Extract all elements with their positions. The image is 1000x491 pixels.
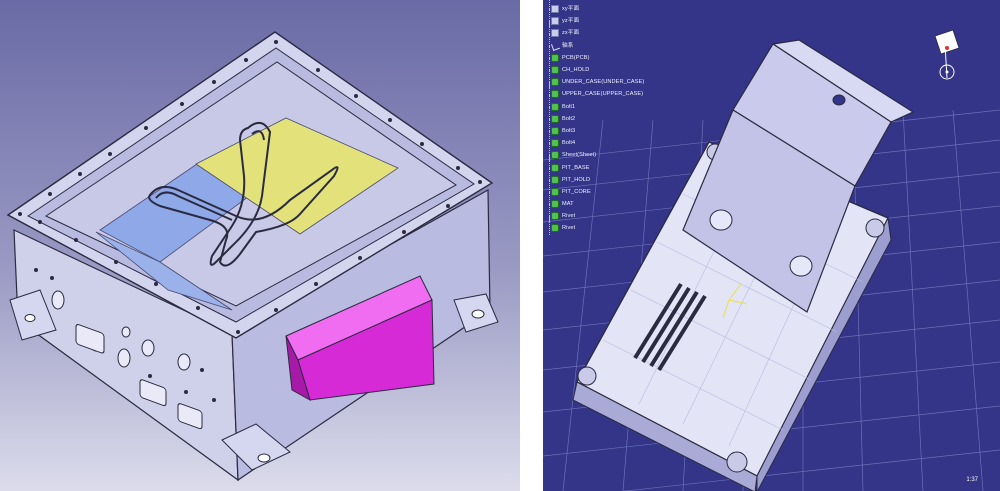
part-icon (551, 139, 559, 148)
tree-item[interactable]: Bolt1 (547, 94, 644, 113)
plane-icon (551, 5, 559, 14)
part-icon (551, 175, 559, 184)
left-3d-viewport[interactable] (0, 0, 520, 491)
tree-item[interactable]: Rivet (547, 204, 644, 223)
tree-item[interactable]: PIT_HOLD (547, 167, 644, 187)
bracket-hole (789, 255, 813, 277)
tree-item[interactable]: PIT_BASE (547, 155, 644, 174)
leg-hole (471, 309, 485, 319)
tree-item[interactable]: CH_HOLD (547, 57, 644, 77)
part-icon (551, 151, 559, 160)
part-icon (551, 53, 559, 62)
tree-item[interactable]: UNDER_CASE(UNDER_CASE) (547, 70, 644, 89)
part-icon (551, 200, 559, 209)
tree-item[interactable]: xy平面 (547, 0, 644, 16)
tree-item[interactable]: PCB(PCB) (547, 45, 644, 65)
tree-item[interactable]: UPPER_CASE(UPPER_CASE) (547, 82, 644, 101)
specification-tree: xy平面 yz平面 zx平面 轴系 PCB(PCB) CH_HOLD UNDER… (547, 0, 644, 235)
bracket-hole (832, 94, 846, 106)
scale-readout: 1:37 (966, 477, 978, 483)
part-icon (551, 224, 559, 233)
plane-icon (551, 17, 559, 26)
tree-item[interactable]: 轴系 (547, 33, 644, 52)
part-icon (551, 212, 559, 221)
part-icon (551, 102, 559, 111)
tree-item[interactable]: Bolt2 (547, 106, 644, 126)
right-3d-viewport[interactable]: xy平面 yz平面 zx平面 轴系 PCB(PCB) CH_HOLD UNDER… (543, 0, 1000, 491)
bracket-hole (709, 209, 733, 231)
tree-item[interactable]: zx平面 (547, 21, 644, 40)
part-icon (551, 163, 559, 172)
part-icon (551, 66, 559, 75)
leg-hole (24, 314, 36, 322)
tree-item[interactable]: Sheet(Sheet) (547, 143, 644, 162)
leg-hole (257, 453, 271, 463)
tree-item[interactable]: Bolt4 (547, 130, 644, 150)
tree-item[interactable]: PIT_CORE (547, 179, 644, 199)
part-icon (551, 126, 559, 135)
part-icon (551, 90, 559, 99)
tree-item[interactable]: yz平面 (547, 9, 644, 28)
axis-system-icon (551, 42, 559, 50)
tree-item[interactable]: Bolt3 (547, 118, 644, 138)
plane-icon (551, 29, 559, 38)
enclosure-render (0, 0, 520, 491)
part-icon (551, 187, 559, 196)
tree-item[interactable]: Rivet (547, 216, 644, 235)
part-icon (551, 78, 559, 87)
part-icon (551, 114, 559, 123)
tree-item[interactable]: MAT (547, 191, 644, 211)
